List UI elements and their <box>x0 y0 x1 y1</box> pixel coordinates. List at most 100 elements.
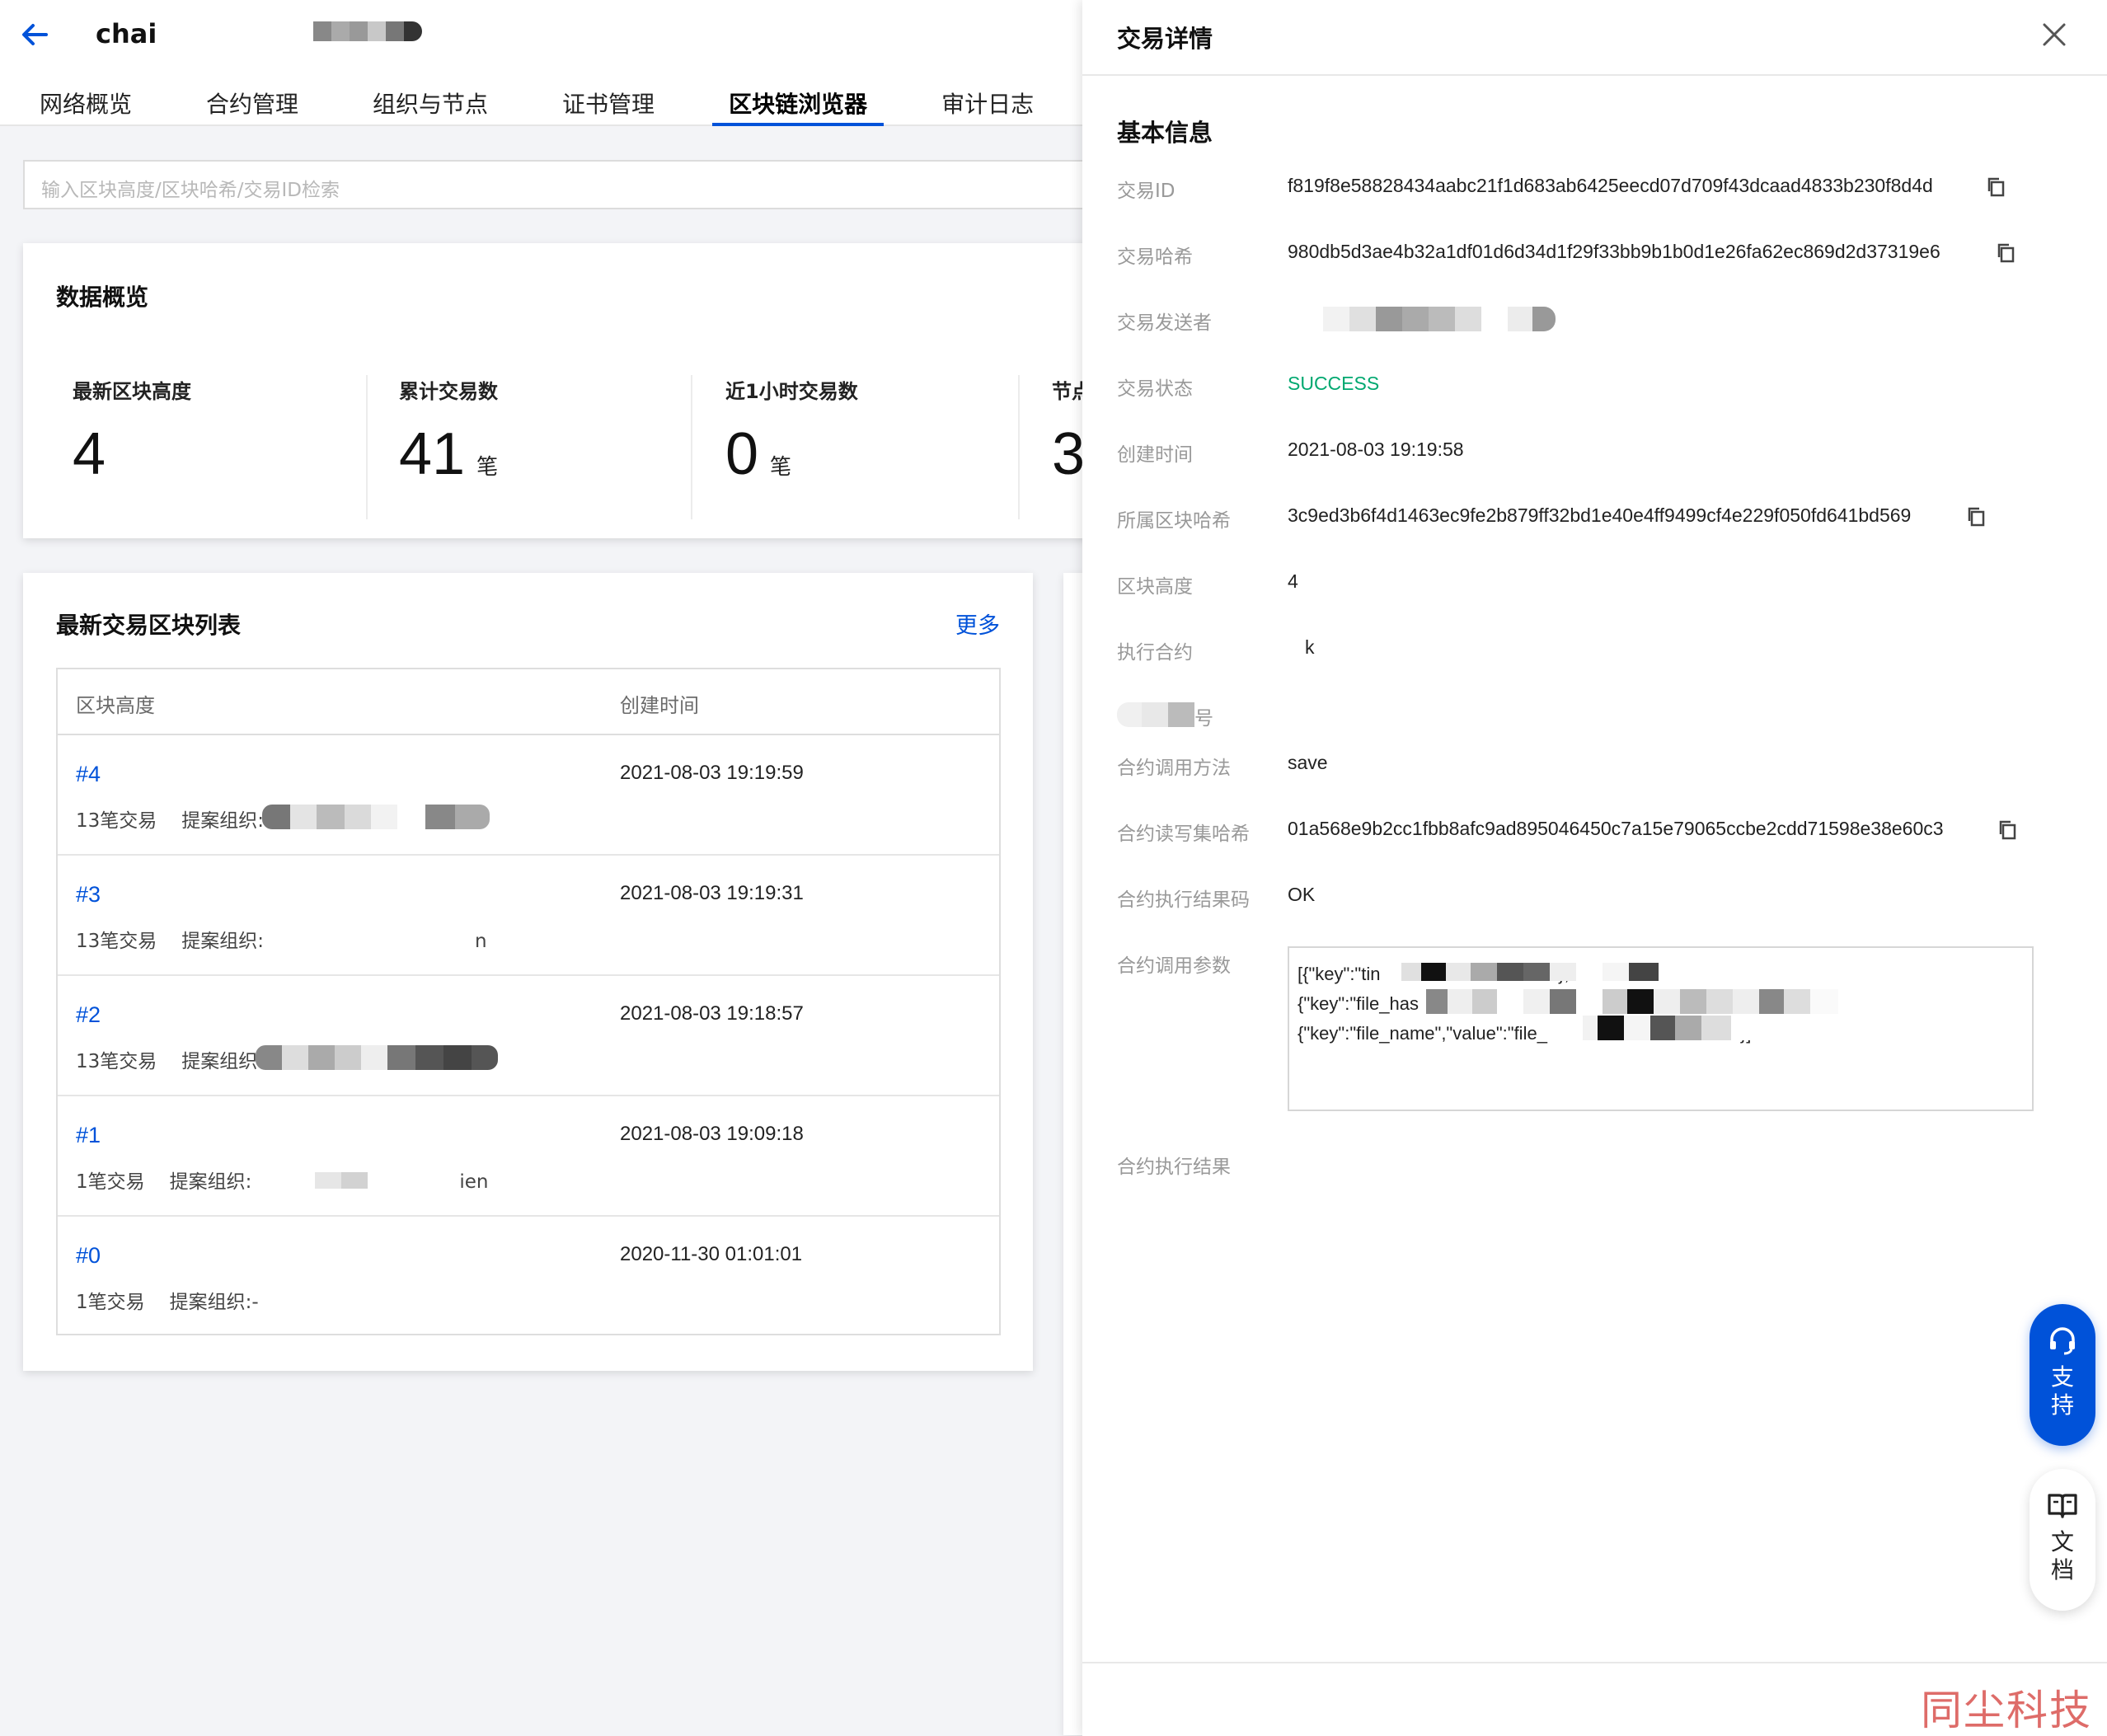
redacted-org-mosaic <box>262 805 490 829</box>
tab-certificate-management[interactable]: 证书管理 <box>562 78 655 126</box>
field-value: OK <box>1288 884 1316 905</box>
block-time: 2021-08-03 19:19:59 <box>620 762 804 784</box>
table-row: #2 2021-08-03 19:18:57 13笔交易 提案组织: <box>58 976 999 1096</box>
table-header: 区块高度 创建时间 <box>58 669 999 735</box>
table-row: #4 2021-08-03 19:19:59 13笔交易 提案组织: <box>58 735 999 856</box>
more-link[interactable]: 更多 <box>955 608 1000 640</box>
redacted-params-mosaic-1 <box>1401 963 1693 981</box>
blocks-table: 区块高度 创建时间 #4 2021-08-03 19:19:59 13笔交易提案… <box>56 668 1001 1335</box>
field-value: 2021-08-03 19:19:58 <box>1288 439 1464 460</box>
field-label: 交易哈希 <box>1117 246 1193 268</box>
redacted-params-mosaic-2 <box>1426 989 1878 1014</box>
stat-unit: 笔 <box>476 454 499 479</box>
stat-label: 累计交易数 <box>399 380 498 403</box>
field-block-hash: 所属区块哈希 3c9ed3b6f4d1463ec9fe2b879ff32bd1e… <box>1117 504 2090 537</box>
redacted-params-mosaic-3 <box>1583 1016 1764 1040</box>
headset-icon <box>2050 1327 2075 1355</box>
tab-blockchain-explorer[interactable]: 区块链浏览器 <box>712 78 885 126</box>
drawer-header: 交易详情 <box>1082 0 2107 76</box>
field-label: 合约调用参数 <box>1117 955 1231 977</box>
tx-count: 13笔交易 <box>76 1051 157 1072</box>
field-label: 合约执行结果 <box>1117 1157 1231 1178</box>
latest-blocks-card: 最新交易区块列表 更多 区块高度 创建时间 #4 2021-08-03 19:1… <box>23 573 1033 1371</box>
field-value: f819f8e58828434aabc21f1d683ab6425eecd07d… <box>1288 175 1933 196</box>
stat-latest-block-height: 最新区块高度 4 <box>73 375 191 488</box>
block-height-link[interactable]: #1 <box>76 1123 101 1148</box>
close-icon[interactable] <box>2039 20 2069 49</box>
block-time: 2021-08-03 19:09:18 <box>620 1123 804 1145</box>
tx-count: 1笔交易 <box>76 1171 145 1193</box>
field-contract-method: 合约调用方法 save <box>1117 752 2090 785</box>
field-value: 4 <box>1288 570 1298 592</box>
org-value: - <box>251 1292 259 1313</box>
org-label: 提案组织: <box>181 1051 265 1072</box>
block-height-link[interactable]: #0 <box>76 1243 101 1269</box>
search-input[interactable]: 输入区块高度/区块哈希/交易ID检索 <box>23 160 1103 209</box>
support-button[interactable]: 支 持 <box>2030 1304 2095 1446</box>
field-tx-hash: 交易哈希 980db5d3ae4b32a1df01d6d34d1f29f33bb… <box>1117 241 2090 274</box>
stat-label: 近1小时交易数 <box>725 380 858 403</box>
docs-label-2: 档 <box>2050 1556 2074 1584</box>
org-label: 提案组织: <box>181 931 265 952</box>
field-label: 所属区块哈希 <box>1117 510 1231 532</box>
field-value: save <box>1288 752 1328 773</box>
field-value: 01a568e9b2cc1fbb8afc9ad895046450c7a15e79… <box>1288 818 1944 839</box>
field-contract: 执行合约 k <box>1117 636 2090 669</box>
table-row: #0 2020-11-30 01:01:01 1笔交易 提案组织:- <box>58 1217 999 1337</box>
field-value: k <box>1305 636 1315 658</box>
tab-contract-management[interactable]: 合约管理 <box>206 78 298 126</box>
field-label: 合约调用方法 <box>1117 758 1231 779</box>
redacted-label-mosaic <box>1117 702 1194 727</box>
block-time: 2021-08-03 19:18:57 <box>620 1002 804 1025</box>
redacted-org-mosaic <box>256 1045 498 1070</box>
app-title: chai <box>96 18 157 49</box>
section-title-basic-info: 基本信息 <box>1117 119 1213 147</box>
tab-audit-log[interactable]: 审计日志 <box>941 78 1034 126</box>
tab-orgs-and-nodes[interactable]: 组织与节点 <box>373 78 488 126</box>
field-label: 合约执行结果码 <box>1117 889 1250 911</box>
tx-count: 13笔交易 <box>76 931 157 952</box>
org-label: 提案组织: <box>169 1171 252 1193</box>
field-tx-sender: 交易发送者 <box>1117 307 2090 340</box>
field-block-height: 区块高度 4 <box>1117 570 2090 603</box>
support-label-1: 支 <box>2050 1363 2074 1391</box>
drawer-title: 交易详情 <box>1117 25 1213 53</box>
docs-button[interactable]: 文 档 <box>2030 1469 2095 1611</box>
stat-value: 3 <box>1052 421 1086 487</box>
field-contract-result: 合约执行结果 <box>1117 1151 2090 1184</box>
redacted-org-mosaic <box>315 1172 368 1189</box>
tab-network-overview[interactable]: 网络概览 <box>40 78 132 126</box>
field-label: 创建时间 <box>1117 444 1193 466</box>
copy-icon[interactable] <box>1996 242 2017 264</box>
field-label: 号 <box>1194 708 1213 730</box>
field-label: 交易发送者 <box>1117 312 1212 334</box>
data-overview-card: 数据概览 最新区块高度 4 累计交易数 41 笔 近1小时交易数 0笔 节点 3 <box>23 243 1103 538</box>
field-tx-id: 交易ID f819f8e58828434aabc21f1d683ab6425ee… <box>1117 175 2090 208</box>
org-label: 提案组织: <box>181 810 265 832</box>
block-height-link[interactable]: #2 <box>76 1002 101 1028</box>
stat-value: 41 <box>399 421 466 487</box>
blocks-title: 最新交易区块列表 <box>56 612 242 639</box>
transaction-detail-drawer: 交易详情 基本信息 交易ID f819f8e58828434aabc21f1d6… <box>1082 0 2107 1736</box>
book-icon <box>2048 1494 2077 1518</box>
field-label: 交易ID <box>1117 181 1176 202</box>
back-arrow-icon[interactable] <box>18 18 51 51</box>
support-label-2: 持 <box>2050 1391 2074 1419</box>
table-row: #1 2021-08-03 19:09:18 1笔交易 提案组织: ien <box>58 1096 999 1217</box>
copy-icon[interactable] <box>1997 819 2019 841</box>
stat-value: 0 <box>725 421 759 487</box>
field-value: 980db5d3ae4b32a1df01d6d34d1f29f33bb9b1b0… <box>1288 241 1940 262</box>
copy-icon[interactable] <box>1986 176 2007 198</box>
copy-icon[interactable] <box>1966 506 1987 528</box>
field-redacted: 号 <box>1117 702 2090 735</box>
stat-value: 4 <box>73 421 106 487</box>
drawer-footer-divider <box>1082 1662 2107 1663</box>
tx-count: 13笔交易 <box>76 810 157 832</box>
org-value: ien <box>459 1171 489 1193</box>
divider <box>366 375 368 519</box>
field-result-code: 合约执行结果码 OK <box>1117 884 2090 917</box>
block-height-link[interactable]: #4 <box>76 762 101 787</box>
divider <box>1018 375 1020 519</box>
block-height-link[interactable]: #3 <box>76 882 101 908</box>
stat-last-hour-transactions: 近1小时交易数 0笔 <box>725 375 858 488</box>
